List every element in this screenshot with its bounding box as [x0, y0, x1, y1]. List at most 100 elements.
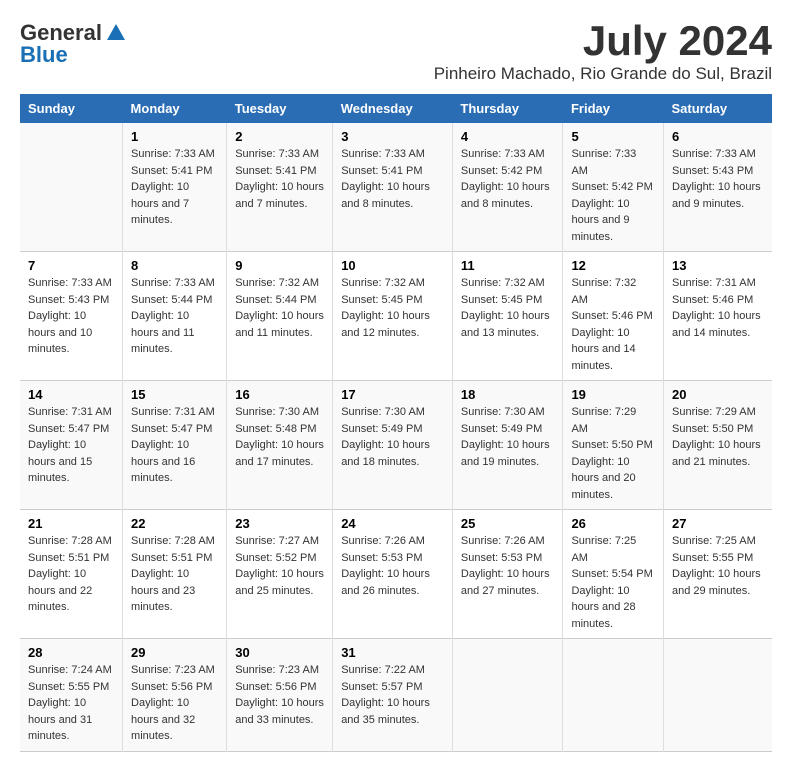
day-info: Sunrise: 7:32 AMSunset: 5:45 PMDaylight:…: [341, 275, 444, 341]
day-info: Sunrise: 7:32 AMSunset: 5:44 PMDaylight:…: [235, 275, 324, 341]
day-info: Sunrise: 7:31 AMSunset: 5:46 PMDaylight:…: [672, 275, 764, 341]
calendar-cell: 4 Sunrise: 7:33 AMSunset: 5:42 PMDayligh…: [452, 123, 563, 252]
day-number: 13: [672, 258, 764, 273]
day-number: 22: [131, 516, 218, 531]
calendar-cell: 16 Sunrise: 7:30 AMSunset: 5:48 PMDaylig…: [227, 381, 333, 510]
calendar-cell: 30 Sunrise: 7:23 AMSunset: 5:56 PMDaylig…: [227, 639, 333, 752]
calendar-cell: 12 Sunrise: 7:32 AMSunset: 5:46 PMDaylig…: [563, 252, 664, 381]
calendar-cell: 8 Sunrise: 7:33 AMSunset: 5:44 PMDayligh…: [123, 252, 227, 381]
header-row: Sunday Monday Tuesday Wednesday Thursday…: [20, 94, 772, 123]
calendar-cell: 24 Sunrise: 7:26 AMSunset: 5:53 PMDaylig…: [333, 510, 453, 639]
day-number: 16: [235, 387, 324, 402]
day-info: Sunrise: 7:23 AMSunset: 5:56 PMDaylight:…: [131, 662, 218, 745]
day-info: Sunrise: 7:26 AMSunset: 5:53 PMDaylight:…: [341, 533, 444, 599]
day-info: Sunrise: 7:32 AMSunset: 5:45 PMDaylight:…: [461, 275, 555, 341]
calendar-cell: 18 Sunrise: 7:30 AMSunset: 5:49 PMDaylig…: [452, 381, 563, 510]
calendar-cell: 22 Sunrise: 7:28 AMSunset: 5:51 PMDaylig…: [123, 510, 227, 639]
day-info: Sunrise: 7:27 AMSunset: 5:52 PMDaylight:…: [235, 533, 324, 599]
day-info: Sunrise: 7:30 AMSunset: 5:49 PMDaylight:…: [461, 404, 555, 470]
calendar-cell: 17 Sunrise: 7:30 AMSunset: 5:49 PMDaylig…: [333, 381, 453, 510]
calendar-cell: 25 Sunrise: 7:26 AMSunset: 5:53 PMDaylig…: [452, 510, 563, 639]
day-number: 24: [341, 516, 444, 531]
header-tuesday: Tuesday: [227, 94, 333, 123]
calendar-cell: 26 Sunrise: 7:25 AMSunset: 5:54 PMDaylig…: [563, 510, 664, 639]
location-title: Pinheiro Machado, Rio Grande do Sul, Bra…: [434, 64, 772, 84]
day-number: 21: [28, 516, 114, 531]
logo: General Blue: [20, 20, 127, 68]
day-info: Sunrise: 7:31 AMSunset: 5:47 PMDaylight:…: [131, 404, 218, 487]
header-wednesday: Wednesday: [333, 94, 453, 123]
day-number: 4: [461, 129, 555, 144]
day-info: Sunrise: 7:33 AMSunset: 5:42 PMDaylight:…: [461, 146, 555, 212]
day-info: Sunrise: 7:33 AMSunset: 5:41 PMDaylight:…: [235, 146, 324, 212]
week-row-3: 14 Sunrise: 7:31 AMSunset: 5:47 PMDaylig…: [20, 381, 772, 510]
day-number: 11: [461, 258, 555, 273]
day-number: 28: [28, 645, 114, 660]
calendar-cell: 6 Sunrise: 7:33 AMSunset: 5:43 PMDayligh…: [664, 123, 773, 252]
day-number: 14: [28, 387, 114, 402]
day-number: 29: [131, 645, 218, 660]
calendar-table: Sunday Monday Tuesday Wednesday Thursday…: [20, 94, 772, 752]
day-number: 30: [235, 645, 324, 660]
calendar-cell: 15 Sunrise: 7:31 AMSunset: 5:47 PMDaylig…: [123, 381, 227, 510]
day-info: Sunrise: 7:29 AMSunset: 5:50 PMDaylight:…: [672, 404, 764, 470]
calendar-cell: [452, 639, 563, 752]
day-info: Sunrise: 7:33 AMSunset: 5:44 PMDaylight:…: [131, 275, 218, 358]
day-info: Sunrise: 7:31 AMSunset: 5:47 PMDaylight:…: [28, 404, 114, 487]
logo-blue: Blue: [20, 42, 68, 68]
calendar-cell: 7 Sunrise: 7:33 AMSunset: 5:43 PMDayligh…: [20, 252, 123, 381]
logo-icon: [105, 22, 127, 44]
calendar-cell: 21 Sunrise: 7:28 AMSunset: 5:51 PMDaylig…: [20, 510, 123, 639]
day-number: 8: [131, 258, 218, 273]
day-info: Sunrise: 7:22 AMSunset: 5:57 PMDaylight:…: [341, 662, 444, 728]
day-number: 7: [28, 258, 114, 273]
day-info: Sunrise: 7:24 AMSunset: 5:55 PMDaylight:…: [28, 662, 114, 745]
calendar-cell: 14 Sunrise: 7:31 AMSunset: 5:47 PMDaylig…: [20, 381, 123, 510]
calendar-cell: 27 Sunrise: 7:25 AMSunset: 5:55 PMDaylig…: [664, 510, 773, 639]
calendar-cell: 1 Sunrise: 7:33 AMSunset: 5:41 PMDayligh…: [123, 123, 227, 252]
day-number: 18: [461, 387, 555, 402]
day-number: 2: [235, 129, 324, 144]
calendar-cell: 3 Sunrise: 7:33 AMSunset: 5:41 PMDayligh…: [333, 123, 453, 252]
day-number: 19: [571, 387, 655, 402]
week-row-4: 21 Sunrise: 7:28 AMSunset: 5:51 PMDaylig…: [20, 510, 772, 639]
day-info: Sunrise: 7:26 AMSunset: 5:53 PMDaylight:…: [461, 533, 555, 599]
day-number: 1: [131, 129, 218, 144]
calendar-cell: 28 Sunrise: 7:24 AMSunset: 5:55 PMDaylig…: [20, 639, 123, 752]
day-info: Sunrise: 7:23 AMSunset: 5:56 PMDaylight:…: [235, 662, 324, 728]
calendar-cell: 31 Sunrise: 7:22 AMSunset: 5:57 PMDaylig…: [333, 639, 453, 752]
calendar-cell: 23 Sunrise: 7:27 AMSunset: 5:52 PMDaylig…: [227, 510, 333, 639]
day-number: 25: [461, 516, 555, 531]
day-number: 12: [571, 258, 655, 273]
month-title: July 2024: [434, 20, 772, 62]
calendar-cell: 9 Sunrise: 7:32 AMSunset: 5:44 PMDayligh…: [227, 252, 333, 381]
calendar-cell: 13 Sunrise: 7:31 AMSunset: 5:46 PMDaylig…: [664, 252, 773, 381]
header-saturday: Saturday: [664, 94, 773, 123]
calendar-cell: 5 Sunrise: 7:33 AMSunset: 5:42 PMDayligh…: [563, 123, 664, 252]
day-number: 20: [672, 387, 764, 402]
calendar-cell: [20, 123, 123, 252]
day-info: Sunrise: 7:30 AMSunset: 5:48 PMDaylight:…: [235, 404, 324, 470]
day-info: Sunrise: 7:33 AMSunset: 5:43 PMDaylight:…: [672, 146, 764, 212]
day-number: 17: [341, 387, 444, 402]
day-info: Sunrise: 7:33 AMSunset: 5:41 PMDaylight:…: [341, 146, 444, 212]
week-row-2: 7 Sunrise: 7:33 AMSunset: 5:43 PMDayligh…: [20, 252, 772, 381]
week-row-5: 28 Sunrise: 7:24 AMSunset: 5:55 PMDaylig…: [20, 639, 772, 752]
day-number: 3: [341, 129, 444, 144]
header-sunday: Sunday: [20, 94, 123, 123]
day-info: Sunrise: 7:33 AMSunset: 5:42 PMDaylight:…: [571, 146, 655, 245]
day-number: 15: [131, 387, 218, 402]
title-area: July 2024 Pinheiro Machado, Rio Grande d…: [434, 20, 772, 84]
header-friday: Friday: [563, 94, 664, 123]
day-info: Sunrise: 7:33 AMSunset: 5:43 PMDaylight:…: [28, 275, 114, 358]
calendar-cell: 2 Sunrise: 7:33 AMSunset: 5:41 PMDayligh…: [227, 123, 333, 252]
day-number: 26: [571, 516, 655, 531]
day-number: 31: [341, 645, 444, 660]
day-info: Sunrise: 7:33 AMSunset: 5:41 PMDaylight:…: [131, 146, 218, 229]
calendar-cell: 19 Sunrise: 7:29 AMSunset: 5:50 PMDaylig…: [563, 381, 664, 510]
calendar-cell: [563, 639, 664, 752]
day-number: 6: [672, 129, 764, 144]
day-info: Sunrise: 7:25 AMSunset: 5:55 PMDaylight:…: [672, 533, 764, 599]
calendar-cell: 10 Sunrise: 7:32 AMSunset: 5:45 PMDaylig…: [333, 252, 453, 381]
day-info: Sunrise: 7:28 AMSunset: 5:51 PMDaylight:…: [28, 533, 114, 616]
